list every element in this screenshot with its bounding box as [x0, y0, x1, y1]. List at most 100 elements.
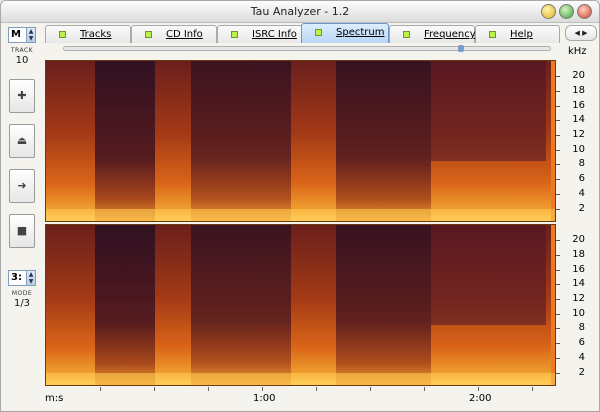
tick — [424, 387, 425, 391]
tick — [556, 91, 560, 92]
tick — [556, 179, 560, 180]
tab-spectrum[interactable]: Spectrum — [301, 23, 389, 43]
tick — [556, 358, 560, 359]
time-axis: m:s 1:00 2:00 — [45, 387, 556, 409]
tick-label: 8 — [578, 158, 585, 169]
tick — [370, 387, 371, 391]
tab-label: ISRC Info — [252, 29, 297, 40]
tick-label: 8 — [578, 322, 585, 333]
mode-select-value: M — [11, 29, 21, 40]
minimize-button[interactable] — [541, 4, 556, 19]
tab-frequency[interactable]: Frequency — [389, 25, 476, 43]
tick-label: 16 — [572, 100, 585, 111]
eject-icon: ⏏ — [16, 134, 28, 147]
led-icon — [231, 31, 238, 38]
tab-help[interactable]: Help — [475, 25, 560, 43]
spectrogram-right-channel — [45, 224, 556, 386]
tick-label: 12 — [572, 129, 585, 140]
tick — [556, 299, 560, 300]
tab-label: CD Info — [166, 29, 203, 40]
tick — [556, 314, 560, 315]
tab-bar: Tracks CD Info ISRC Info Spectrum Freque… — [45, 23, 560, 43]
tick — [208, 387, 209, 391]
time-label: 2:00 — [469, 393, 492, 404]
arrow-right-icon: ➜ — [17, 179, 27, 192]
tick — [556, 373, 560, 374]
spin-icon[interactable]: ▲ ▼ — [26, 271, 35, 285]
led-icon — [489, 31, 496, 38]
tick-label: 18 — [572, 85, 585, 96]
tick — [556, 76, 560, 77]
mode-value: 1/3 — [13, 298, 31, 309]
tick — [262, 387, 263, 391]
track-caption: TRACK — [10, 47, 34, 54]
tick-label: 14 — [572, 114, 585, 125]
tick-label: 14 — [572, 278, 585, 289]
frequency-axis-bottom: 20 18 16 14 12 10 8 6 4 2 — [556, 224, 596, 386]
led-icon — [59, 31, 66, 38]
tick — [532, 387, 533, 391]
tick — [556, 328, 560, 329]
time-unit: m:s — [45, 393, 64, 404]
track-number: 10 — [15, 55, 29, 66]
tick — [556, 164, 560, 165]
spectrogram-left-channel — [45, 60, 556, 222]
scroll-thumb[interactable] — [458, 45, 464, 52]
tick — [478, 387, 479, 391]
app-window: Tau Analyzer - 1.2 M ▲ ▼ TRACK 10 ✚ ⏏ ➜ ■… — [0, 0, 600, 412]
tick — [556, 120, 560, 121]
tick-label: 16 — [572, 264, 585, 275]
tab-cd-info[interactable]: CD Info — [131, 25, 217, 43]
tick — [556, 135, 560, 136]
tab-isrc-info[interactable]: ISRC Info — [217, 25, 303, 43]
tab-label: Tracks — [80, 29, 112, 40]
tick — [556, 284, 560, 285]
mode-value-select-value: 3: — [11, 272, 22, 283]
frequency-axis-top: 20 18 16 14 12 10 8 6 4 2 — [556, 60, 596, 222]
stop-icon: ■ — [16, 224, 28, 237]
eject-button[interactable]: ⏏ — [9, 124, 35, 158]
next-button[interactable]: ➜ — [9, 169, 35, 203]
led-icon — [403, 31, 410, 38]
tab-label: Spectrum — [336, 27, 385, 38]
tick — [556, 209, 560, 210]
tick-label: 2 — [578, 367, 585, 378]
frequency-unit: kHz — [568, 46, 587, 57]
mode-caption: MODE — [11, 290, 33, 297]
tick — [556, 150, 560, 151]
led-icon — [145, 31, 152, 38]
plus-icon: ✚ — [17, 89, 27, 102]
tick — [154, 387, 155, 391]
spin-icon[interactable]: ▲ ▼ — [26, 28, 35, 42]
spectrogram-image — [46, 225, 555, 385]
tab-scroll-buttons[interactable]: ◀ ▶ — [565, 25, 597, 41]
tick-label: 4 — [578, 188, 585, 199]
tab-label: Help — [510, 29, 533, 40]
tick-label: 2 — [578, 203, 585, 214]
add-button[interactable]: ✚ — [9, 79, 35, 113]
mode-value-select[interactable]: 3: ▲ ▼ — [8, 270, 36, 286]
tick-label: 20 — [572, 70, 585, 81]
spectrogram-image — [46, 61, 555, 221]
position-scrollbar[interactable] — [63, 45, 551, 52]
tick — [100, 387, 101, 391]
time-label: 1:00 — [253, 393, 276, 404]
tick — [556, 255, 560, 256]
title-bar: Tau Analyzer - 1.2 — [1, 1, 599, 23]
maximize-button[interactable] — [559, 4, 574, 19]
tick-label: 6 — [578, 337, 585, 348]
tick-label: 6 — [578, 173, 585, 184]
tick-label: 4 — [578, 352, 585, 363]
tick-label: 10 — [572, 144, 585, 155]
tick — [316, 387, 317, 391]
window-title: Tau Analyzer - 1.2 — [250, 5, 350, 18]
tick — [556, 194, 560, 195]
tab-tracks[interactable]: Tracks — [45, 25, 131, 43]
close-button[interactable] — [577, 4, 592, 19]
mode-select[interactable]: M ▲ ▼ — [8, 27, 36, 43]
tick-label: 20 — [572, 234, 585, 245]
tick-label: 12 — [572, 293, 585, 304]
tick — [556, 343, 560, 344]
stop-button[interactable]: ■ — [9, 214, 35, 248]
tab-label: Frequency — [424, 29, 476, 40]
